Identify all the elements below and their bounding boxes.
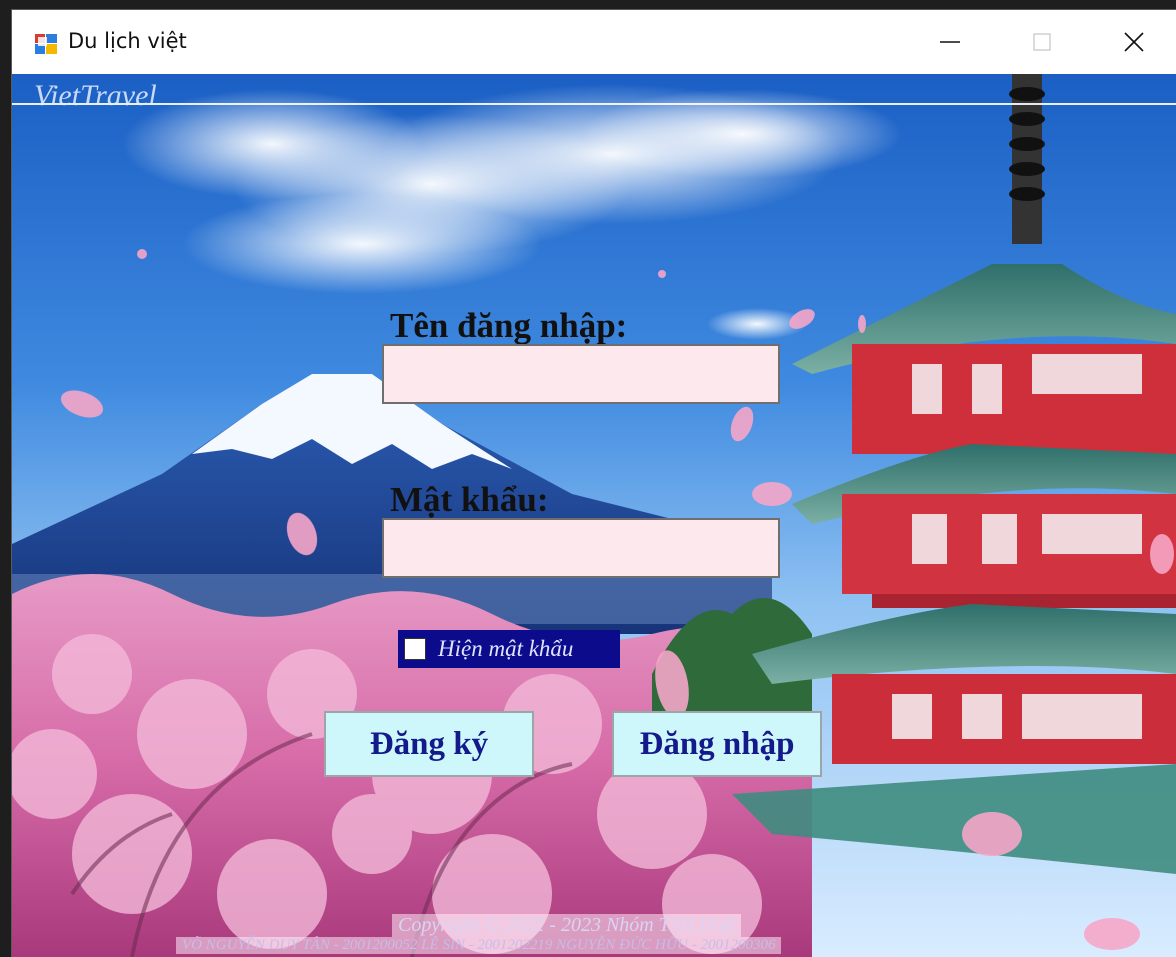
app-icon [35,34,57,54]
groupbox-border [12,103,1176,105]
maximize-button[interactable] [996,10,1088,74]
login-window: Du lịch việt VietTravel Tên đăng nhập: M… [12,10,1176,957]
title-bar: Du lịch việt [12,10,1176,74]
background-image [12,74,1176,957]
minimize-icon [940,41,960,43]
groupbox-legend: VietTravel [34,79,157,112]
password-input[interactable] [382,518,780,578]
username-label: Tên đăng nhập: [390,306,628,345]
minimize-button[interactable] [904,10,996,74]
maximize-icon [1033,33,1051,51]
copyright-text: Copyright © 2022 - 2023 Nhóm TSH.Hufi [392,914,741,937]
authors-text: VÕ NGUYỄN DUY TÂN - 2001200052 LÊ SIN - … [176,937,782,954]
form-client-area: VietTravel Tên đăng nhập: Mật khẩu: Hiện… [12,74,1176,957]
checkbox-box[interactable] [404,638,426,660]
password-label: Mật khẩu: [390,480,549,519]
close-icon [1124,32,1144,52]
register-button[interactable]: Đăng ký [324,711,534,777]
show-password-label: Hiện mật khẩu [438,636,574,661]
close-button[interactable] [1088,10,1176,74]
show-password-checkbox[interactable]: Hiện mật khẩu [398,630,620,668]
username-input[interactable] [382,344,780,404]
window-title: Du lịch việt [68,29,187,53]
login-button[interactable]: Đăng nhập [612,711,822,777]
